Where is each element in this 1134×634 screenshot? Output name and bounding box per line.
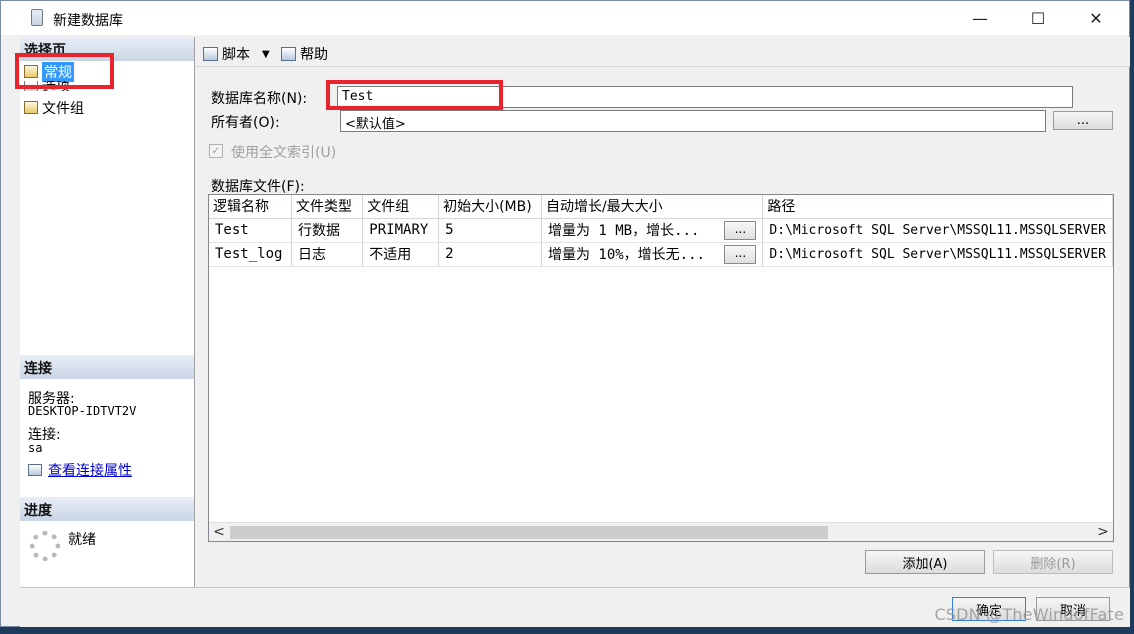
script-button[interactable]: 脚本 ▼	[203, 44, 270, 64]
cell-filegroup[interactable]: PRIMARY	[362, 218, 440, 243]
column-header-autogrowth[interactable]: 自动增长/最大大小	[541, 195, 764, 219]
toolbar: 脚本 ▼ 帮助	[195, 37, 1130, 67]
add-button[interactable]: 添加(A)	[865, 550, 985, 574]
table-row[interactable]: Test 行数据 PRIMARY 5 增量为 1 MB，增长... ... D:…	[209, 218, 1113, 243]
title-bar: 新建数据库 — ☐ ✕	[1, 1, 1129, 35]
autogrowth-browse-button[interactable]: ...	[724, 220, 757, 240]
chevron-down-icon[interactable]: ▼	[262, 49, 270, 60]
connection-header: 连接	[20, 355, 194, 379]
scrollbar-thumb[interactable]	[230, 526, 828, 539]
cell-autogrowth[interactable]: 增量为 1 MB，增长... ...	[541, 218, 764, 243]
table-row[interactable]: Test_log 日志 不适用 2 增量为 10%，增长无... ... D:\…	[209, 242, 1113, 267]
maximize-button[interactable]: ☐	[1015, 1, 1061, 35]
grid-header-row: 逻辑名称 文件类型 文件组 初始大小(MB) 自动增长/最大大小 路径	[209, 195, 1113, 219]
column-header-path[interactable]: 路径	[762, 195, 1113, 219]
progress-spinner-icon	[30, 531, 60, 561]
cell-file-type[interactable]: 日志	[291, 242, 364, 267]
minimize-button[interactable]: —	[957, 1, 1003, 35]
watermark: CSDN @TheWindofFate	[934, 605, 1124, 624]
column-header-file-type[interactable]: 文件类型	[291, 195, 364, 219]
cell-path[interactable]: D:\Microsoft SQL Server\MSSQL11.MSSQLSER…	[762, 242, 1113, 267]
owner-label: 所有者(O):	[211, 115, 280, 131]
autogrowth-browse-button[interactable]: ...	[724, 244, 757, 264]
cell-autogrowth[interactable]: 增量为 10%，增长无... ...	[541, 242, 764, 267]
highlight-box-db-name	[326, 80, 503, 110]
horizontal-scrollbar[interactable]: < >	[209, 522, 1113, 541]
cell-file-type[interactable]: 行数据	[291, 218, 364, 243]
column-header-initial-size[interactable]: 初始大小(MB)	[438, 195, 542, 219]
cell-logical-name[interactable]: Test	[209, 218, 292, 243]
cell-logical-name[interactable]: Test_log	[209, 242, 292, 267]
cell-path[interactable]: D:\Microsoft SQL Server\MSSQL11.MSSQLSER…	[762, 218, 1113, 243]
remove-button[interactable]: 删除(R)	[993, 550, 1113, 574]
autogrowth-text: 增量为 1 MB，增长...	[547, 223, 700, 239]
sidebar-item-filegroups[interactable]: 文件组	[24, 99, 84, 117]
scroll-left-icon[interactable]: <	[209, 523, 229, 541]
highlight-box-general	[15, 53, 114, 89]
progress-status: 就绪	[68, 532, 96, 548]
autogrowth-text: 增量为 10%，增长无...	[547, 247, 705, 263]
server-value: DESKTOP-IDTVT2V	[28, 404, 137, 418]
cell-initial-size[interactable]: 2	[438, 242, 542, 267]
column-header-filegroup[interactable]: 文件组	[362, 195, 440, 219]
db-name-label: 数据库名称(N):	[211, 91, 308, 107]
progress-header: 进度	[20, 497, 194, 521]
close-button[interactable]: ✕	[1073, 1, 1119, 35]
help-label: 帮助	[300, 47, 328, 63]
db-files-label: 数据库文件(F):	[211, 179, 305, 195]
left-pane: 选择页 常规 选项 文件组 连接 服务器: DESKTOP-IDTVT2V 连接…	[20, 37, 195, 587]
owner-browse-button[interactable]: ...	[1053, 111, 1113, 130]
database-files-grid: 逻辑名称 文件类型 文件组 初始大小(MB) 自动增长/最大大小 路径 Test…	[208, 194, 1114, 542]
help-button[interactable]: 帮助	[281, 44, 328, 64]
wrench-page-icon	[24, 101, 38, 114]
help-icon	[281, 47, 296, 61]
fulltext-label: 使用全文索引(U)	[231, 145, 337, 161]
connection-value: sa	[28, 441, 43, 455]
connection-properties-icon	[28, 464, 42, 476]
owner-input[interactable]: <默认值>	[340, 110, 1046, 132]
view-connection-properties-link[interactable]: 查看连接属性	[48, 460, 132, 480]
new-database-dialog: 新建数据库 — ☐ ✕ 选择页 常规 选项 文件组 连接 服务器: DESKTO…	[0, 0, 1130, 627]
fulltext-checkbox[interactable]: ✓	[209, 144, 223, 158]
sidebar-item-label: 文件组	[42, 100, 84, 117]
script-label: 脚本	[222, 47, 250, 63]
view-connection-properties[interactable]: 查看连接属性	[28, 460, 132, 480]
window-title: 新建数据库	[53, 13, 123, 29]
cell-filegroup[interactable]: 不适用	[362, 242, 440, 267]
cell-initial-size[interactable]: 5	[438, 218, 542, 243]
scroll-right-icon[interactable]: >	[1093, 523, 1113, 541]
column-header-logical-name[interactable]: 逻辑名称	[209, 195, 292, 219]
script-icon	[203, 47, 218, 61]
database-icon	[31, 9, 43, 26]
